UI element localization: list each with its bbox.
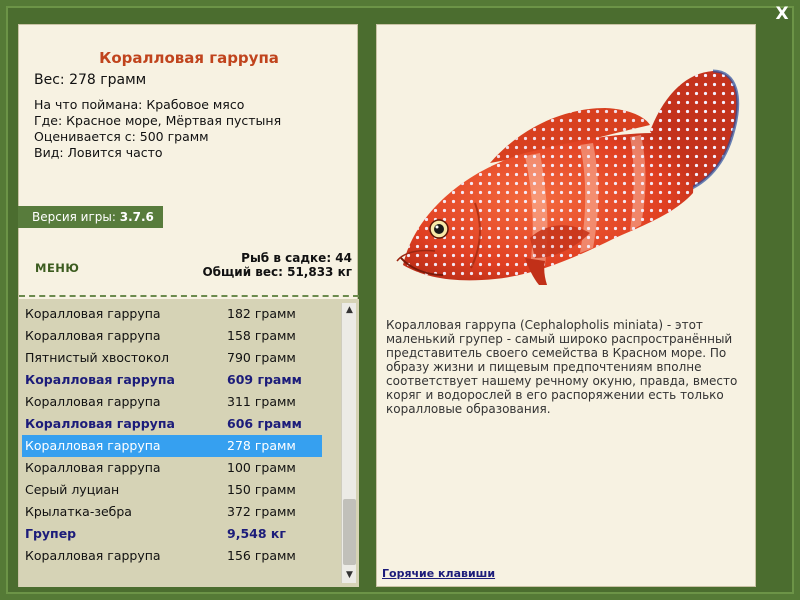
catch-name: Коралловая гаррупа [25,394,161,409]
value-line: Оценивается с: 500 грамм [34,129,209,144]
catch-row[interactable]: Серый луциан 150 грамм [22,479,322,501]
catch-row[interactable]: Коралловая гаррупа 158 грамм [22,325,322,347]
catch-weight: 372 грамм [227,504,296,519]
divider [19,295,359,297]
fish-count: Рыб в садке: 44 [241,251,352,265]
version-badge: Версия игры: 3.7.6 [18,206,163,228]
catch-row[interactable]: Коралловая гаррупа 311 грамм [22,391,322,413]
catch-name: Крылатка-зебра [25,504,132,519]
catch-weight: 156 грамм [227,548,296,563]
close-button[interactable]: X [772,4,792,24]
menu-button[interactable]: МЕНЮ [35,261,79,275]
catch-name: Коралловая гаррупа [25,328,161,343]
catch-row-selected[interactable]: Коралловая гаррупа 278 грамм [22,435,322,457]
catch-row[interactable]: Коралловая гаррупа 156 грамм [22,545,322,567]
catch-name: Коралловая гаррупа [25,548,161,563]
coral-grouper-image [396,69,740,285]
close-icon: X [775,4,789,24]
catch-weight: 311 грамм [227,394,296,409]
catch-name: Групер [25,526,77,541]
catch-row[interactable]: Коралловая гаррупа 182 грамм [22,303,322,325]
catch-weight: 278 грамм [227,438,296,453]
catch-name: Коралловая гаррупа [25,372,175,387]
fish-description: Коралловая гаррупа (Cephalopholis miniat… [386,318,738,416]
total-weight: Общий вес: 51,833 кг [202,265,352,279]
catch-list: ▲ ▼ Коралловая гаррупа 182 грамм Кораллова… [19,299,359,587]
bait-line: На что поймана: Крабовое мясо [34,97,245,112]
catch-weight: 9,548 кг [227,526,286,541]
version-value: 3.7.6 [119,210,154,224]
chevron-down-icon[interactable]: ▼ [342,568,357,583]
catch-row[interactable]: Коралловая гаррупа 100 грамм [22,457,322,479]
fish-weight: Вес: 278 грамм [34,72,147,88]
catch-row[interactable]: Коралловая гаррупа 606 грамм [22,413,322,435]
catch-name: Коралловая гаррупа [25,438,161,453]
catch-row[interactable]: Пятнистый хвостокол 790 грамм [22,347,322,369]
catch-weight: 790 грамм [227,350,296,365]
catch-row[interactable]: Групер 9,548 кг [22,523,322,545]
catch-weight: 606 грамм [227,416,302,431]
fish-picture-panel: Коралловая гаррупа (Cephalopholis miniat… [376,24,756,587]
catch-row[interactable]: Коралловая гаррупа 609 грамм [22,369,322,391]
hotkeys-link[interactable]: Горячие клавиши [382,567,495,580]
catch-weight: 158 грамм [227,328,296,343]
frequency-line: Вид: Ловится часто [34,145,163,160]
catch-name: Коралловая гаррупа [25,416,175,431]
catch-name: Коралловая гаррупа [25,306,161,321]
catch-name: Серый луциан [25,482,120,497]
catch-weight: 100 грамм [227,460,296,475]
catch-row[interactable]: Крылатка-зебра 372 грамм [22,501,322,523]
chevron-up-icon[interactable]: ▲ [342,303,357,318]
catch-name: Коралловая гаррупа [25,460,161,475]
scroll-thumb[interactable] [343,499,356,565]
fish-details: На что поймана: Крабовое мясо Где: Красн… [34,97,281,161]
catch-stats: Рыб в садке: 44 Общий вес: 51,833 кг [202,251,352,279]
catch-weight: 609 грамм [227,372,302,387]
catch-weight: 150 грамм [227,482,296,497]
fish-info-panel: Коралловая гаррупа Вес: 278 грамм На что… [18,24,359,587]
catch-name: Пятнистый хвостокол [25,350,170,365]
fish-title: Коралловая гаррупа [99,49,279,67]
location-line: Где: Красное море, Мёртвая пустыня [34,113,282,128]
catch-weight: 182 грамм [227,306,296,321]
version-label: Версия игры: [32,210,116,224]
list-scrollbar[interactable]: ▲ ▼ [341,303,356,583]
